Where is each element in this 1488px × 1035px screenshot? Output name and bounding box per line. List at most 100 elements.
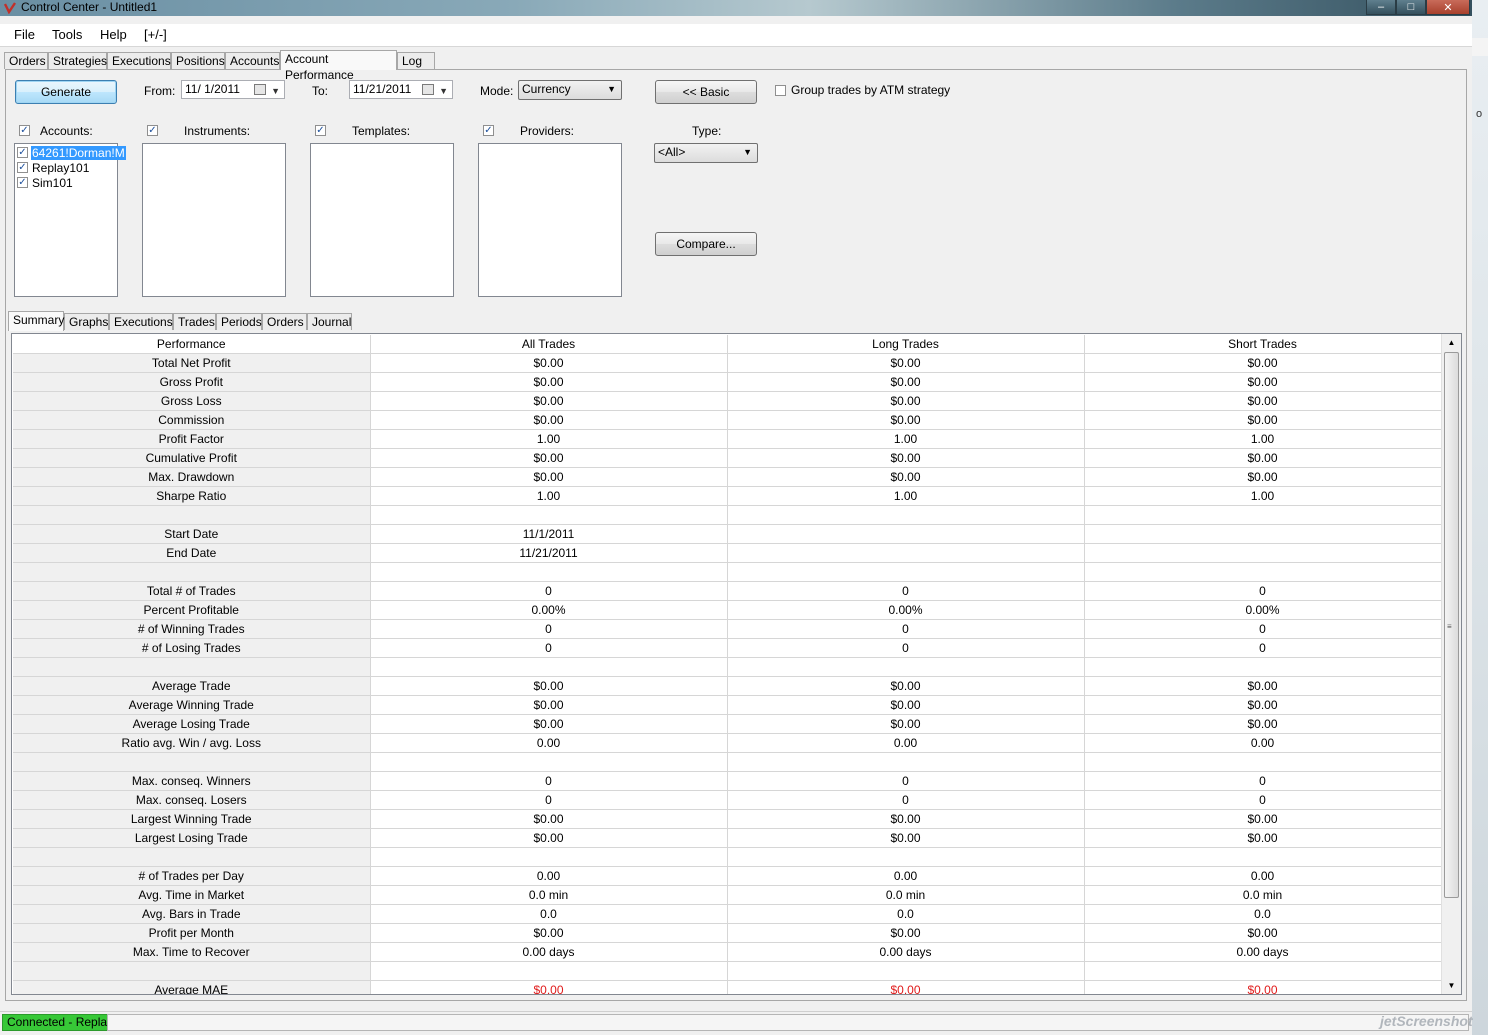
tab-orders[interactable]: Orders <box>4 52 48 69</box>
table-cell: 0 <box>727 771 1085 791</box>
compare-button[interactable]: Compare... <box>655 232 757 256</box>
to-date-picker[interactable]: 11/21/2011 ▼ <box>349 80 453 99</box>
tab-periods[interactable]: Periods <box>216 313 262 330</box>
table-row[interactable]: Sharpe Ratio 1.00 1.00 1.00 <box>13 486 1442 506</box>
table-row[interactable]: Max. Drawdown $0.00 $0.00 $0.00 <box>13 467 1442 487</box>
tab-accounts[interactable]: Accounts <box>225 52 280 69</box>
table-cell: $0.00 <box>370 372 728 392</box>
table-row[interactable]: Ratio avg. Win / avg. Loss 0.00 0.00 0.00 <box>13 733 1442 753</box>
accounts-all-checkbox[interactable]: ✓ <box>19 125 30 136</box>
minimize-button[interactable]: – <box>1366 0 1396 15</box>
scroll-down-icon[interactable]: ▼ <box>1442 978 1461 994</box>
tab-executions-sub[interactable]: Executions <box>109 313 173 330</box>
tab-positions[interactable]: Positions <box>171 52 225 69</box>
table-row[interactable]: Profit Factor 1.00 1.00 1.00 <box>13 429 1442 449</box>
column-header[interactable]: Performance <box>13 335 371 354</box>
table-cell: 0.00 <box>727 866 1085 886</box>
table-row[interactable]: # of Winning Trades 0 0 0 <box>13 619 1442 639</box>
table-row[interactable]: Largest Losing Trade $0.00 $0.00 $0.00 <box>13 828 1442 848</box>
tab-journal[interactable]: Journal <box>307 313 352 330</box>
templates-all-checkbox[interactable]: ✓ <box>315 125 326 136</box>
vertical-scrollbar[interactable]: ▲ ≡ ▼ <box>1441 334 1461 994</box>
table-row[interactable]: Percent Profitable 0.00% 0.00% 0.00% <box>13 600 1442 620</box>
table-row[interactable] <box>13 752 1442 772</box>
instruments-list[interactable] <box>142 143 286 297</box>
table-row[interactable] <box>13 847 1442 867</box>
chevron-down-icon[interactable]: ▼ <box>439 83 448 99</box>
account-checkbox[interactable]: ✓ <box>17 162 28 173</box>
table-row[interactable]: Gross Profit $0.00 $0.00 $0.00 <box>13 372 1442 392</box>
tab-trades[interactable]: Trades <box>173 313 216 330</box>
scroll-up-icon[interactable]: ▲ <box>1442 335 1461 351</box>
providers-list[interactable] <box>478 143 622 297</box>
mode-select[interactable]: Currency ▼ <box>518 80 622 100</box>
menu-tools[interactable]: Tools <box>52 27 82 42</box>
maximize-button[interactable]: □ <box>1396 0 1426 15</box>
menu-file[interactable]: File <box>14 27 35 42</box>
tab-summary[interactable]: Summary <box>8 311 64 331</box>
table-row[interactable]: Avg. Time in Market 0.0 min 0.0 min 0.0 min <box>13 885 1442 905</box>
table-row[interactable]: Start Date 11/1/2011 <box>13 524 1442 544</box>
table-cell <box>727 543 1085 563</box>
table-row[interactable]: Average MAE $0.00 $0.00 $0.00 <box>13 980 1442 994</box>
templates-list[interactable] <box>310 143 454 297</box>
table-cell: 0 <box>1084 581 1442 601</box>
account-checkbox[interactable]: ✓ <box>17 147 28 158</box>
table-row[interactable]: # of Trades per Day 0.00 0.00 0.00 <box>13 866 1442 886</box>
list-item[interactable]: ✓ Sim101 <box>17 175 74 190</box>
table-row[interactable] <box>13 505 1442 525</box>
table-cell: 0 <box>727 581 1085 601</box>
table-row[interactable] <box>13 562 1442 582</box>
table-row[interactable]: Average Trade $0.00 $0.00 $0.00 <box>13 676 1442 696</box>
calendar-icon[interactable] <box>254 84 266 95</box>
table-cell: $0.00 <box>727 714 1085 734</box>
table-row[interactable]: Avg. Bars in Trade 0.0 0.0 0.0 <box>13 904 1442 924</box>
table-row[interactable]: Profit per Month $0.00 $0.00 $0.00 <box>13 923 1442 943</box>
providers-all-checkbox[interactable]: ✓ <box>483 125 494 136</box>
tab-executions[interactable]: Executions <box>107 52 171 69</box>
table-row[interactable]: Average Losing Trade $0.00 $0.00 $0.00 <box>13 714 1442 734</box>
table-row[interactable]: Total Net Profit $0.00 $0.00 $0.00 <box>13 353 1442 373</box>
tab-strategies[interactable]: Strategies <box>48 52 107 69</box>
accounts-list[interactable]: ✓ 64261!Dorman!M ✓ Replay101 ✓ Sim101 <box>14 143 126 297</box>
tab-log[interactable]: Log <box>397 52 435 69</box>
column-header[interactable]: Short Trades <box>1084 335 1442 354</box>
menu-toggle[interactable]: [+/-] <box>144 27 167 42</box>
group-atm-checkbox[interactable] <box>775 85 786 96</box>
from-date-picker[interactable]: 11/ 1/2011 ▼ <box>181 80 285 99</box>
table-row[interactable] <box>13 961 1442 981</box>
list-item[interactable]: ✓ Replay101 <box>17 160 90 175</box>
list-item[interactable]: ✓ 64261!Dorman!M <box>17 145 126 160</box>
table-row[interactable]: # of Losing Trades 0 0 0 <box>13 638 1442 658</box>
table-row[interactable]: Average Winning Trade $0.00 $0.00 $0.00 <box>13 695 1442 715</box>
table-row[interactable]: Max. conseq. Losers 0 0 0 <box>13 790 1442 810</box>
table-row[interactable]: Commission $0.00 $0.00 $0.00 <box>13 410 1442 430</box>
tab-orders-sub[interactable]: Orders <box>262 313 307 330</box>
table-row[interactable]: Cumulative Profit $0.00 $0.00 $0.00 <box>13 448 1442 468</box>
table-cell: 1.00 <box>370 429 728 449</box>
generate-button[interactable]: Generate <box>15 80 117 104</box>
table-row[interactable]: Gross Loss $0.00 $0.00 $0.00 <box>13 391 1442 411</box>
table-row[interactable] <box>13 657 1442 677</box>
tab-account-performance[interactable]: Account Performance <box>280 50 397 82</box>
account-checkbox[interactable]: ✓ <box>17 177 28 188</box>
table-row[interactable]: Max. conseq. Winners 0 0 0 <box>13 771 1442 791</box>
table-cell: $0.00 <box>727 467 1085 487</box>
table-row[interactable]: Largest Winning Trade $0.00 $0.00 $0.00 <box>13 809 1442 829</box>
table-row[interactable]: Total # of Trades 0 0 0 <box>13 581 1442 601</box>
tab-graphs[interactable]: Graphs <box>64 313 109 330</box>
column-header[interactable]: All Trades <box>370 335 728 354</box>
calendar-icon[interactable] <box>422 84 434 95</box>
table-cell: 1.00 <box>727 429 1085 449</box>
basic-toggle-button[interactable]: << Basic <box>655 80 757 104</box>
chevron-down-icon[interactable]: ▼ <box>271 83 280 99</box>
mode-value: Currency <box>522 82 571 96</box>
instruments-all-checkbox[interactable]: ✓ <box>147 125 158 136</box>
type-select[interactable]: <All> ▼ <box>654 143 758 163</box>
table-row[interactable]: Max. Time to Recover 0.00 days 0.00 days 0.… <box>13 942 1442 962</box>
close-button[interactable]: ✕ <box>1426 0 1470 15</box>
table-row[interactable]: End Date 11/21/2011 <box>13 543 1442 563</box>
column-header[interactable]: Long Trades <box>727 335 1085 354</box>
summary-grid[interactable]: Performance All Trades Long Trades Short… <box>11 333 1462 995</box>
menu-help[interactable]: Help <box>100 27 127 42</box>
